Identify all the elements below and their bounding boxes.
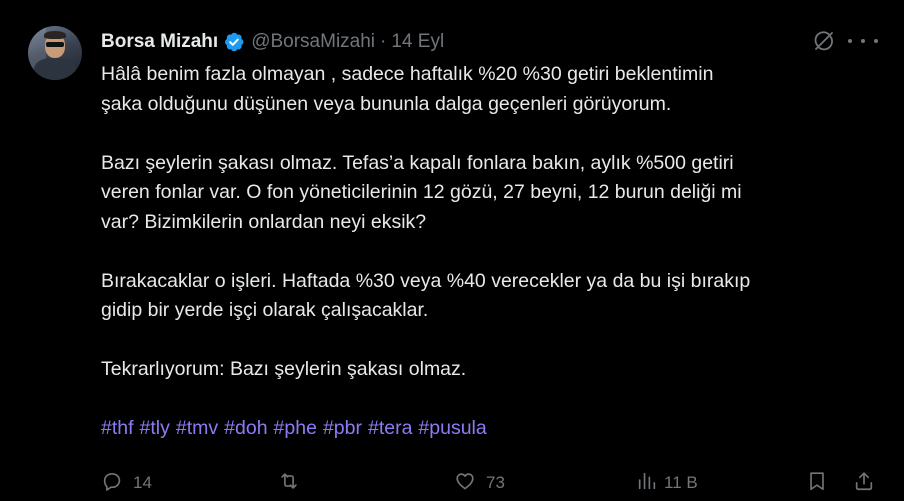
hashtag-link[interactable]: #tly	[140, 417, 170, 439]
text-line: şaka olduğunu düşünen veya bununla dalga…	[101, 92, 672, 115]
hashtag-link[interactable]: #tera	[368, 417, 412, 439]
bookmark-button[interactable]	[806, 466, 828, 500]
avatar[interactable]	[28, 26, 82, 80]
views-icon	[636, 470, 658, 497]
hashtag-link[interactable]: #pusula	[418, 417, 486, 439]
hashtag-link[interactable]: #doh	[224, 417, 267, 439]
repost-button[interactable]	[278, 466, 310, 500]
tweet-date[interactable]: 14 Eyl	[391, 31, 444, 53]
tweet-text: Hâlâ benim fazla olmayan , sadece haftal…	[101, 60, 881, 444]
text-line: var? Bizimkilerin onlardan neyi eksik?	[101, 210, 427, 233]
action-bar: 14 73 11 B	[0, 466, 904, 500]
grok-icon[interactable]	[812, 29, 836, 53]
share-button[interactable]	[853, 466, 875, 500]
separator-dot: ·	[380, 31, 387, 52]
tweet-header: Borsa Mizahı @BorsaMizahi · 14 Eyl	[101, 29, 444, 55]
repost-icon	[278, 470, 300, 497]
paragraph: Tekrarlıyorum: Bazı şeylerin şakası olma…	[101, 355, 881, 385]
text-line: Hâlâ benim fazla olmayan , sadece haftal…	[101, 63, 714, 85]
paragraph: Hâlâ benim fazla olmayan , sadece haftal…	[101, 60, 881, 119]
hashtag-link[interactable]: #pbr	[323, 417, 362, 439]
tweet[interactable]: Borsa Mizahı @BorsaMizahi · 14 Eyl Hâlâ …	[0, 0, 904, 501]
hashtags: #thf #tly #tmv #doh #phe #pbr #tera #pusula	[101, 414, 881, 444]
more-icon[interactable]	[848, 30, 878, 52]
text-line: Tekrarlıyorum: Bazı şeylerin şakası olma…	[101, 358, 467, 380]
bookmark-icon	[806, 470, 828, 497]
text-line: veren fonlar var. O fon yöneticilerinin …	[101, 181, 742, 203]
reply-button[interactable]: 14	[101, 466, 152, 500]
views-count: 11 B	[664, 473, 698, 492]
share-icon	[853, 470, 875, 497]
reply-count: 14	[133, 473, 152, 492]
paragraph: Bazı şeylerin şakası olmaz. Tefas’a kapa…	[101, 149, 881, 238]
views-button[interactable]: 11 B	[636, 466, 698, 500]
text-line: Bırakacaklar o işleri. Haftada %30 veya …	[101, 269, 751, 292]
paragraph: Bırakacaklar o işleri. Haftada %30 veya …	[101, 267, 881, 326]
text-line: gidip bir yerde işçi olarak çalışacaklar…	[101, 299, 429, 321]
like-button[interactable]: 73	[454, 466, 505, 500]
like-count: 73	[486, 473, 505, 492]
author-name[interactable]: Borsa Mizahı	[101, 31, 218, 53]
hashtag-link[interactable]: #phe	[274, 417, 317, 439]
hashtag-link[interactable]: #tmv	[176, 417, 218, 439]
verified-badge-icon[interactable]	[223, 31, 245, 53]
author-handle[interactable]: @BorsaMizahi	[251, 31, 375, 53]
reply-icon	[101, 470, 123, 497]
like-icon	[454, 470, 476, 497]
hashtag-link[interactable]: #thf	[101, 417, 134, 439]
text-line: Bazı şeylerin şakası olmaz. Tefas’a kapa…	[101, 151, 734, 174]
